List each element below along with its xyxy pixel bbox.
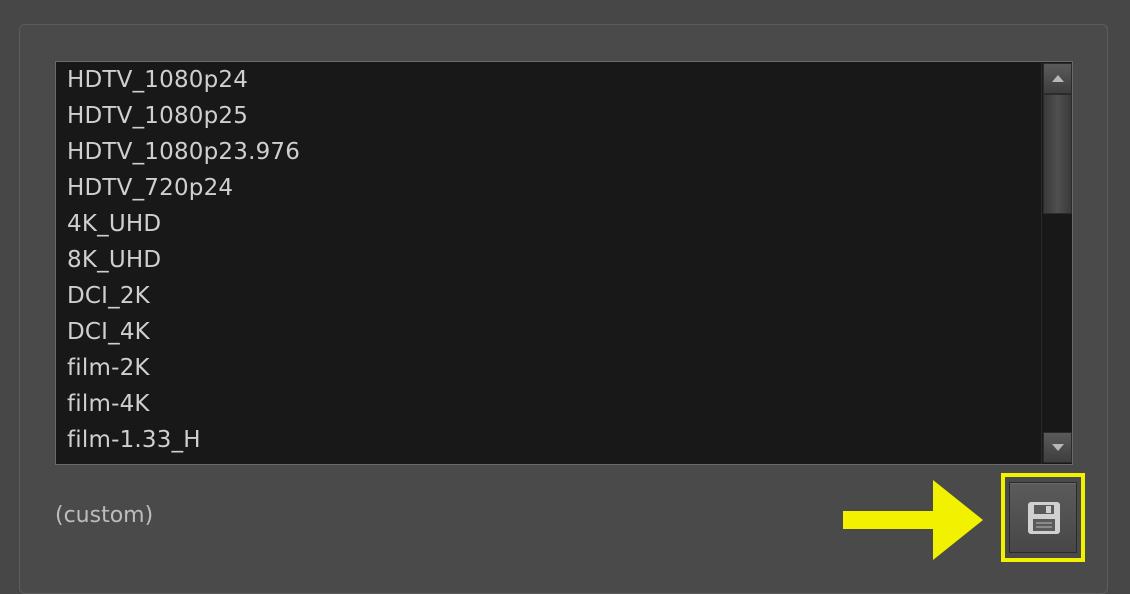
vertical-scrollbar[interactable] <box>1041 62 1072 464</box>
triangle-up-icon <box>1052 75 1064 82</box>
list-item[interactable]: DCI_4K <box>56 314 1040 350</box>
arrow-right-icon <box>843 480 983 560</box>
list-item[interactable]: DCI_2K <box>56 278 1040 314</box>
list-item[interactable]: film-1.33_H <box>56 422 1040 458</box>
custom-format-label: (custom) <box>55 503 154 528</box>
floppy-disk-icon <box>1028 502 1060 534</box>
format-list-box[interactable]: HDTV_1080p24 HDTV_1080p25 HDTV_1080p23.9… <box>55 61 1073 465</box>
scrollbar-thumb[interactable] <box>1043 94 1072 214</box>
list-item[interactable]: 4K_UHD <box>56 206 1040 242</box>
list-item[interactable]: HDTV_1080p24 <box>56 62 1040 98</box>
scroll-down-button[interactable] <box>1043 432 1072 463</box>
list-item[interactable]: HDTV_720p24 <box>56 170 1040 206</box>
list-item[interactable]: HDTV_1080p23.976 <box>56 134 1040 170</box>
triangle-down-icon <box>1052 444 1064 451</box>
list-item[interactable]: HDTV_1080p25 <box>56 98 1040 134</box>
save-button[interactable] <box>1009 482 1077 553</box>
scroll-up-button[interactable] <box>1043 63 1072 94</box>
list-item[interactable]: 8K_UHD <box>56 242 1040 278</box>
list-item[interactable]: film-4K <box>56 386 1040 422</box>
list-item[interactable]: film-2K <box>56 350 1040 386</box>
format-list[interactable]: HDTV_1080p24 HDTV_1080p25 HDTV_1080p23.9… <box>56 62 1040 464</box>
